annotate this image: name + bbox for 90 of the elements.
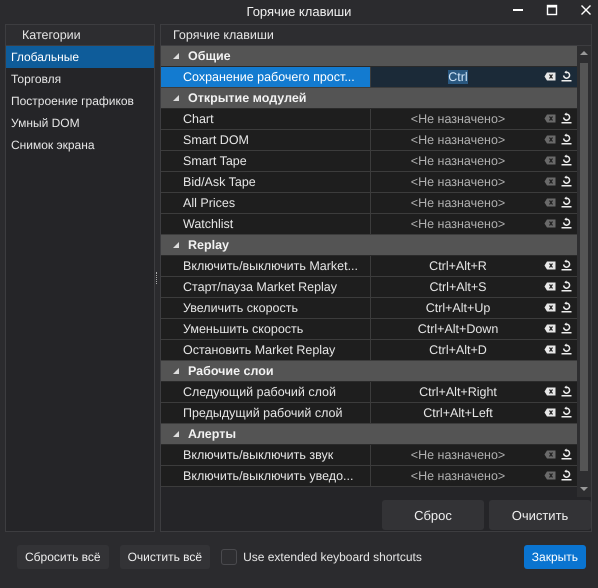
reset-icon[interactable] bbox=[561, 469, 572, 481]
footer-button[interactable]: Очистить всё bbox=[120, 545, 210, 569]
shortcut-cell: <Не назначено> bbox=[410, 448, 506, 462]
splitter-handle[interactable] bbox=[156, 272, 159, 284]
collapse-icon[interactable] bbox=[172, 94, 180, 102]
backspace-icon[interactable] bbox=[544, 72, 556, 81]
close-dialog-button[interactable]: Закрыть bbox=[524, 545, 586, 569]
reset-icon[interactable] bbox=[561, 175, 572, 187]
action-cell[interactable]: Smart Tape bbox=[161, 151, 371, 171]
shortcut-cell: Ctrl+Alt+S bbox=[430, 280, 486, 294]
shortcut-cell: <Не назначено> bbox=[410, 133, 506, 147]
reset-icon[interactable] bbox=[561, 322, 572, 334]
action-cell[interactable]: Chart bbox=[161, 109, 371, 129]
action-cell[interactable]: Старт/пауза Market Replay bbox=[161, 277, 371, 297]
category-item[interactable]: Торговля bbox=[6, 68, 154, 90]
action-cell[interactable]: Уменьшить скорость bbox=[161, 319, 371, 339]
shortcut-cell: Ctrl+Alt+D bbox=[429, 343, 487, 357]
category-item[interactable]: Умный DOM bbox=[6, 112, 154, 134]
shortcut-input[interactable]: Ctrl bbox=[448, 70, 468, 84]
action-cell[interactable]: Следующий рабочий слой bbox=[161, 382, 371, 402]
action-cell[interactable]: Увеличить скорость bbox=[161, 298, 371, 318]
window-title: Горячие клавиши bbox=[246, 4, 352, 18]
collapse-icon[interactable] bbox=[172, 367, 180, 375]
group-header[interactable]: Открытие модулей bbox=[161, 88, 577, 109]
reset-icon[interactable] bbox=[561, 217, 572, 229]
reset-icon[interactable] bbox=[561, 385, 572, 397]
category-item[interactable]: Глобальные bbox=[6, 46, 154, 68]
action-cell[interactable]: Включить/выключить уведо... bbox=[161, 466, 371, 486]
backspace-icon[interactable] bbox=[544, 345, 556, 354]
group-title: Рабочие слои bbox=[188, 364, 274, 378]
shortcut-cell: <Не назначено> bbox=[410, 154, 506, 168]
collapse-icon[interactable] bbox=[172, 241, 180, 249]
action-cell[interactable]: Сохранение рабочего прост... bbox=[161, 67, 371, 87]
group-title: Открытие модулей bbox=[188, 91, 306, 105]
reset-icon[interactable] bbox=[561, 448, 572, 460]
reset-icon[interactable] bbox=[561, 406, 572, 418]
reset-icon[interactable] bbox=[561, 280, 572, 292]
action-cell[interactable]: Watchlist bbox=[161, 214, 371, 234]
group-header[interactable]: Replay bbox=[161, 235, 577, 256]
action-cell[interactable]: Включить/выключить звук bbox=[161, 445, 371, 465]
footer-button[interactable]: Сбросить всё bbox=[17, 545, 109, 569]
action-cell[interactable]: Включить/выключить Market... bbox=[161, 256, 371, 276]
reset-icon[interactable] bbox=[561, 343, 572, 355]
group-title: Общие bbox=[188, 49, 231, 63]
reset-icon[interactable] bbox=[561, 154, 572, 166]
backspace-icon[interactable] bbox=[544, 282, 556, 291]
group-title: Replay bbox=[188, 238, 229, 252]
group-header[interactable]: Общие bbox=[161, 46, 577, 67]
column-header: Горячие клавиши bbox=[161, 25, 591, 46]
action-cell[interactable]: Предыдущий рабочий слой bbox=[161, 403, 371, 423]
checkbox[interactable] bbox=[221, 549, 238, 565]
shortcut-cell: <Не назначено> bbox=[410, 175, 506, 189]
shortcut-cell: <Не назначено> bbox=[410, 217, 506, 231]
scrollbar[interactable] bbox=[577, 46, 591, 497]
column-header: Категории bbox=[6, 25, 154, 46]
category-item[interactable]: Снимок экрана bbox=[6, 134, 154, 156]
action-cell[interactable]: Bid/Ask Tape bbox=[161, 172, 371, 192]
shortcut-cell: Ctrl+Alt+Right bbox=[419, 385, 497, 399]
shortcut-cell: <Не назначено> bbox=[410, 469, 506, 483]
close-button[interactable] bbox=[580, 4, 592, 16]
maximize-button[interactable] bbox=[546, 4, 558, 16]
shortcut-cell: Ctrl+Alt+R bbox=[429, 259, 487, 273]
reset-icon[interactable] bbox=[561, 70, 572, 82]
collapse-icon[interactable] bbox=[172, 52, 180, 60]
shortcut-cell: <Не назначено> bbox=[410, 196, 506, 210]
category-item[interactable]: Построение графиков bbox=[6, 90, 154, 112]
shortcut-cell: <Не назначено> bbox=[410, 112, 506, 126]
reset-icon[interactable] bbox=[561, 112, 572, 124]
panel-button[interactable]: Очистить bbox=[489, 500, 591, 530]
group-header[interactable]: Алерты bbox=[161, 424, 577, 445]
reset-icon[interactable] bbox=[561, 259, 572, 271]
group-title: Алерты bbox=[188, 427, 236, 441]
backspace-icon[interactable] bbox=[544, 303, 556, 312]
reset-icon[interactable] bbox=[561, 133, 572, 145]
backspace-icon[interactable] bbox=[544, 387, 556, 396]
action-cell[interactable]: Smart DOM bbox=[161, 130, 371, 150]
checkbox-label[interactable]: Use extended keyboard shortcuts bbox=[243, 550, 422, 564]
backspace-icon[interactable] bbox=[544, 408, 556, 417]
reset-icon[interactable] bbox=[561, 301, 572, 313]
group-header[interactable]: Рабочие слои bbox=[161, 361, 577, 382]
reset-icon[interactable] bbox=[561, 196, 572, 208]
backspace-icon[interactable] bbox=[544, 261, 556, 270]
shortcut-cell: Ctrl+Alt+Left bbox=[423, 406, 493, 420]
action-cell[interactable]: All Prices bbox=[161, 193, 371, 213]
shortcut-cell: Ctrl+Alt+Up bbox=[426, 301, 490, 315]
action-cell[interactable]: Остановить Market Replay bbox=[161, 340, 371, 360]
shortcut-cell: Ctrl+Alt+Down bbox=[418, 322, 498, 336]
panel-button[interactable]: Сброс bbox=[382, 500, 484, 530]
backspace-icon[interactable] bbox=[544, 324, 556, 333]
collapse-icon[interactable] bbox=[172, 430, 180, 438]
